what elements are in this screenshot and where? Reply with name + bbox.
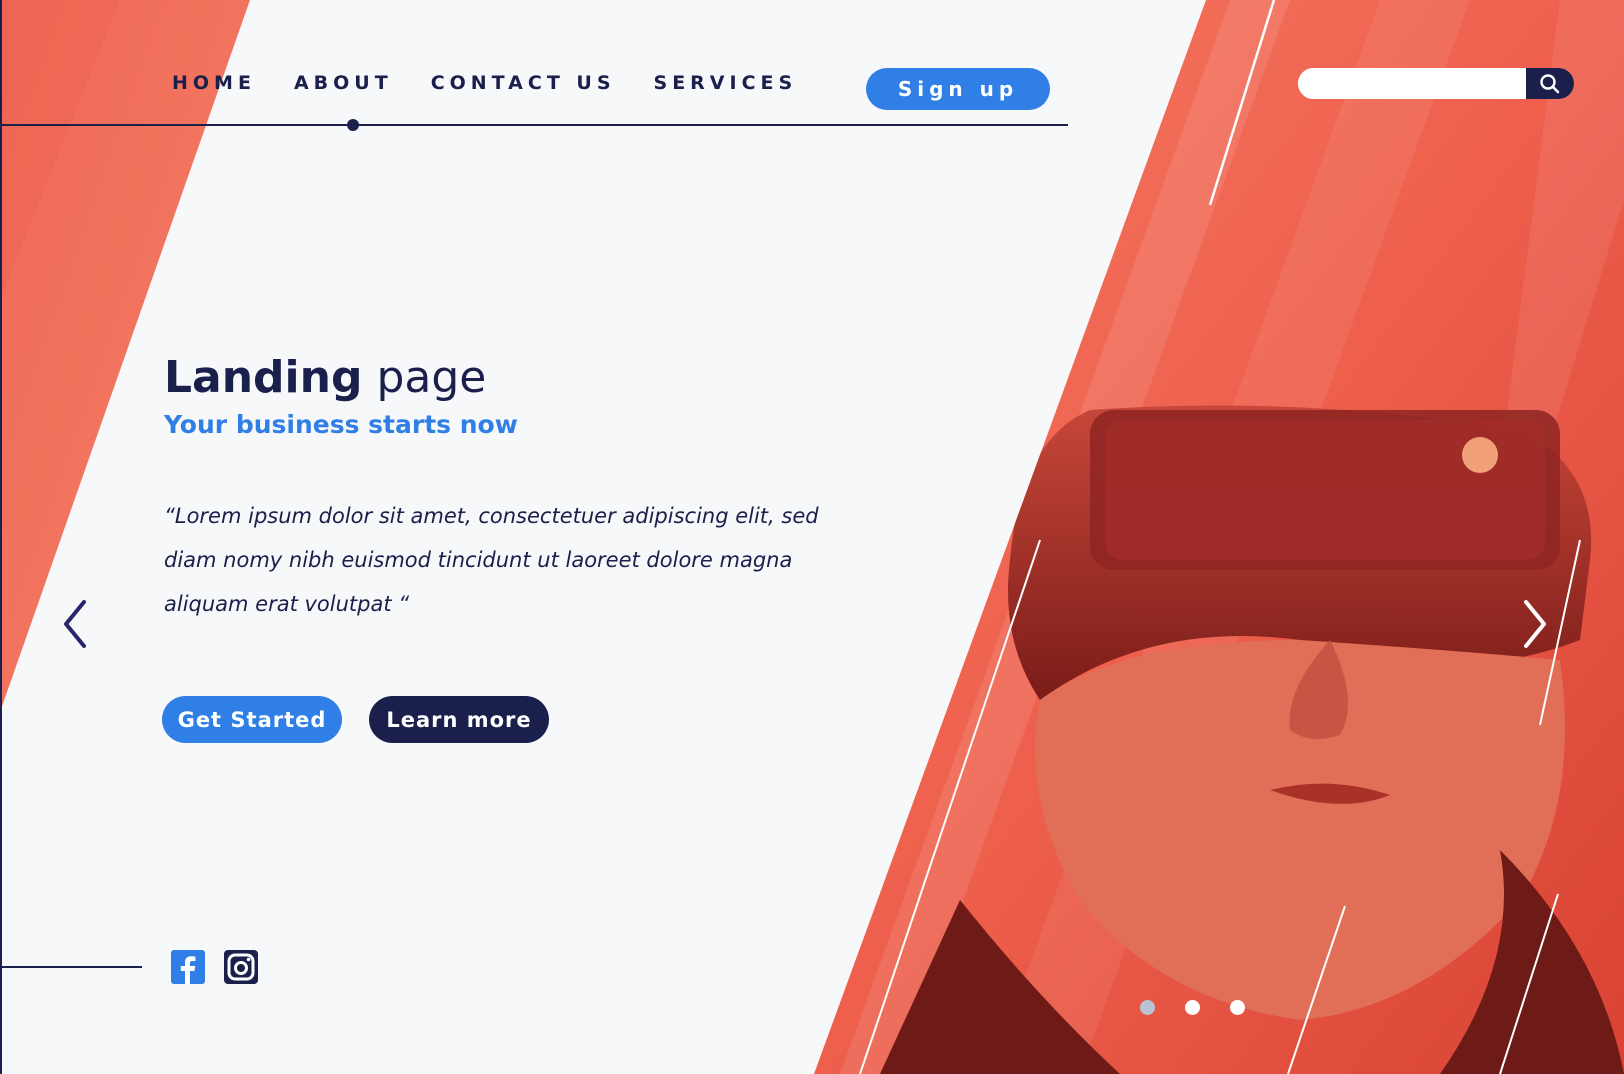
page-subtitle: Your business starts now — [164, 410, 518, 439]
search-button[interactable] — [1526, 68, 1574, 99]
carousel-dot-2[interactable] — [1185, 1000, 1200, 1015]
title-bold: Landing — [164, 352, 363, 403]
nav-active-indicator — [347, 119, 359, 131]
search-icon — [1540, 73, 1560, 93]
title-light: page — [376, 352, 487, 403]
search-bar — [1298, 68, 1574, 99]
learn-more-button[interactable]: Learn more — [369, 696, 549, 743]
instagram-icon[interactable] — [224, 950, 258, 984]
facebook-icon[interactable] — [171, 950, 205, 984]
footer-line — [0, 966, 142, 968]
nav-contact-us[interactable]: CONTACT US — [431, 72, 616, 94]
page-title: Landing page — [164, 352, 486, 403]
search-input[interactable] — [1298, 68, 1526, 99]
chevron-right-icon[interactable] — [1516, 596, 1552, 652]
carousel-dots — [1140, 1000, 1245, 1015]
nav-home[interactable]: HOME — [172, 72, 256, 94]
landing-page: HOME ABOUT CONTACT US SERVICES Sign up L… — [0, 0, 1624, 1074]
hero-quote: “Lorem ipsum dolor sit amet, consectetue… — [164, 504, 819, 616]
signup-button[interactable]: Sign up — [866, 68, 1050, 110]
nav-underline — [0, 124, 1068, 126]
carousel-dot-1[interactable] — [1140, 1000, 1155, 1015]
get-started-button[interactable]: Get Started — [162, 696, 342, 743]
nav-services[interactable]: SERVICES — [654, 72, 798, 94]
chevron-left-icon[interactable] — [58, 596, 94, 652]
carousel-dot-3[interactable] — [1230, 1000, 1245, 1015]
nav-about[interactable]: ABOUT — [294, 72, 393, 94]
main-nav: HOME ABOUT CONTACT US SERVICES — [172, 72, 835, 94]
left-edge-line — [0, 0, 2, 1074]
